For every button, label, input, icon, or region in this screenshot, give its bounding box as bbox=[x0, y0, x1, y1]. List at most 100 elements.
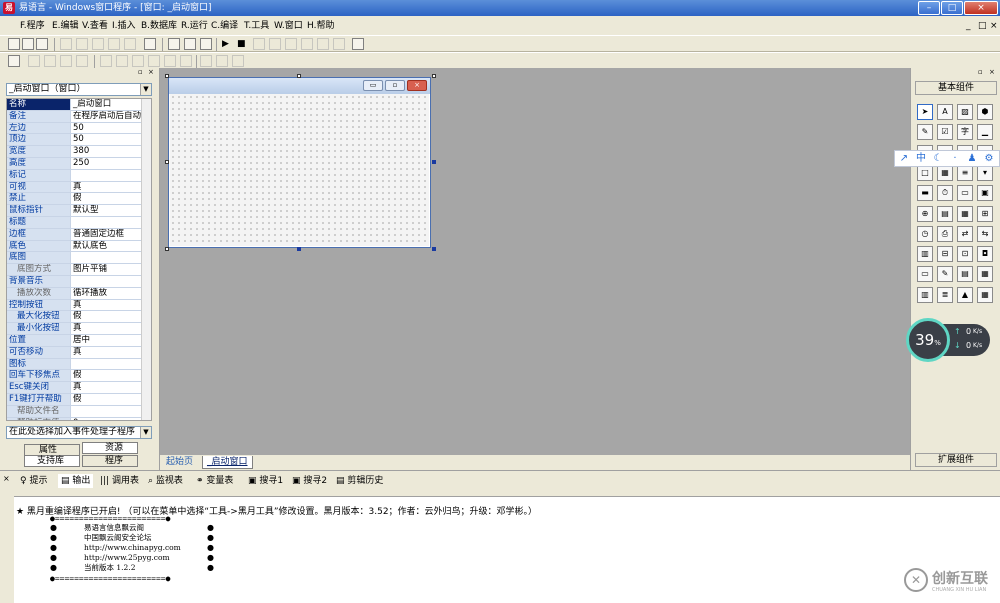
media-icon[interactable]: ◘ bbox=[977, 246, 993, 263]
property-value[interactable]: _启动窗口 bbox=[70, 99, 142, 110]
property-value[interactable]: 真 bbox=[70, 382, 142, 393]
gear-icon[interactable]: ⚙ bbox=[982, 152, 996, 166]
resize-handle[interactable] bbox=[432, 247, 436, 251]
menu-database[interactable]: B.数据库 bbox=[141, 20, 177, 33]
property-row[interactable]: 高度 250 bbox=[7, 158, 142, 170]
menu-compile[interactable]: C.编译 bbox=[211, 20, 238, 33]
align-left-icon[interactable] bbox=[28, 55, 40, 67]
resize-handle[interactable] bbox=[165, 247, 169, 251]
menu-program[interactable]: F.程序 bbox=[20, 20, 45, 33]
property-row[interactable]: 标记 bbox=[7, 169, 142, 182]
property-row[interactable]: 左边 50 bbox=[7, 122, 142, 135]
property-value[interactable]: 假 bbox=[70, 311, 142, 323]
property-value[interactable] bbox=[70, 217, 142, 228]
layout-1-icon[interactable] bbox=[168, 38, 180, 50]
panel-float-icon[interactable]: ▫ bbox=[978, 68, 983, 77]
property-row[interactable]: 宽度 380 bbox=[7, 146, 142, 158]
property-row[interactable]: 禁止假 bbox=[7, 193, 142, 206]
menu-tools[interactable]: T.工具 bbox=[244, 20, 269, 33]
tab-resources[interactable]: 资源 bbox=[82, 442, 138, 454]
layout-3-icon[interactable] bbox=[200, 38, 212, 50]
property-value[interactable]: 默认底色 bbox=[70, 240, 142, 252]
tab-search-1[interactable]: ▣ 搜寻1 bbox=[248, 474, 283, 488]
chevron-down-icon[interactable]: ▼ bbox=[140, 427, 151, 438]
open-folder-icon[interactable] bbox=[22, 38, 34, 50]
undo-icon[interactable] bbox=[108, 38, 120, 50]
property-value[interactable] bbox=[70, 358, 142, 370]
report-icon[interactable]: ▦ bbox=[977, 266, 993, 283]
panel-close-icon[interactable]: × bbox=[148, 68, 154, 77]
property-row[interactable]: 位置 居中 bbox=[7, 335, 142, 347]
mdi-minimize-button[interactable]: _ bbox=[966, 21, 971, 32]
panel-close-icon[interactable]: × bbox=[3, 474, 10, 483]
combo-icon[interactable]: ▾ bbox=[977, 164, 993, 181]
step-into-icon[interactable] bbox=[253, 38, 265, 50]
property-row[interactable]: 名称 _启动窗口 bbox=[7, 99, 142, 111]
panel-close-icon[interactable]: × bbox=[989, 68, 995, 77]
tab-call-table[interactable]: ||| 调用表 bbox=[100, 474, 139, 488]
property-value[interactable]: 默认型 bbox=[70, 205, 142, 216]
lock-icon[interactable] bbox=[232, 55, 244, 67]
edit-icon[interactable]: ✎ bbox=[917, 124, 933, 141]
tab-hints[interactable]: ♀ 提示 bbox=[20, 474, 47, 488]
same-size-icon[interactable] bbox=[132, 55, 144, 67]
space-h-icon[interactable] bbox=[148, 55, 160, 67]
printer-icon[interactable]: ⎙ bbox=[937, 225, 953, 242]
line-icon[interactable]: ▁ bbox=[977, 124, 993, 141]
object-combo[interactable]: _启动窗口（窗口） ▼ bbox=[6, 83, 152, 96]
layout-2-icon[interactable] bbox=[184, 38, 196, 50]
property-value[interactable] bbox=[70, 169, 142, 181]
property-row[interactable]: 底图方式 图片平铺 bbox=[7, 264, 142, 276]
property-value[interactable]: 真 bbox=[70, 346, 142, 358]
space-v-icon[interactable] bbox=[164, 55, 176, 67]
property-value[interactable]: 假 bbox=[70, 193, 142, 205]
graph-icon[interactable]: ▲ bbox=[957, 286, 973, 303]
property-row[interactable]: 最小化按钮真 bbox=[7, 323, 142, 335]
tab-clipboard-history[interactable]: ▤ 剪辑历史 bbox=[336, 474, 383, 488]
property-value[interactable]: 50 bbox=[70, 122, 142, 134]
compile-icon[interactable] bbox=[352, 38, 364, 50]
property-row[interactable]: 标题 bbox=[7, 217, 142, 229]
menu-run[interactable]: R.运行 bbox=[181, 20, 208, 33]
property-value[interactable]: 真 bbox=[70, 323, 142, 334]
text-icon[interactable]: 字 bbox=[957, 124, 973, 141]
resize-handle[interactable] bbox=[297, 74, 301, 78]
menu-help[interactable]: H.帮助 bbox=[307, 20, 334, 33]
query-icon[interactable]: ⊟ bbox=[937, 246, 953, 263]
property-row[interactable]: 图标 bbox=[7, 358, 142, 371]
resize-handle[interactable] bbox=[432, 74, 436, 78]
menu-insert[interactable]: I.插入 bbox=[112, 20, 136, 33]
stack-icon[interactable]: ≣ bbox=[937, 286, 953, 303]
stop-icon[interactable]: ■ bbox=[237, 38, 249, 50]
copy-icon[interactable] bbox=[76, 38, 88, 50]
listbox-icon[interactable]: ≡ bbox=[957, 164, 973, 181]
property-row[interactable]: 背景音乐 bbox=[7, 276, 142, 288]
timer-icon[interactable]: ⏱ bbox=[937, 185, 953, 202]
chevron-down-icon[interactable]: ▼ bbox=[140, 84, 151, 95]
shape-icon[interactable]: ⬢ bbox=[977, 104, 993, 120]
property-row[interactable]: 底色 默认底色 bbox=[7, 240, 142, 253]
globe-icon[interactable]: ⊕ bbox=[917, 205, 933, 222]
step-out-icon[interactable] bbox=[285, 38, 297, 50]
event-combo[interactable]: 在此处选择加入事件处理子程序 ▼ bbox=[6, 426, 152, 439]
resize-handle[interactable] bbox=[165, 74, 169, 78]
menu-window[interactable]: W.窗口 bbox=[274, 20, 303, 33]
property-value[interactable]: 居中 bbox=[70, 335, 142, 346]
menu-view[interactable]: V.查看 bbox=[82, 20, 108, 33]
user-icon[interactable]: ♟ bbox=[965, 152, 979, 166]
tab-program[interactable]: 程序 bbox=[82, 455, 138, 467]
property-value[interactable] bbox=[70, 276, 142, 287]
progress-icon[interactable]: ▬ bbox=[917, 185, 933, 202]
tab-watch-table[interactable]: ⌕ 监视表 bbox=[148, 474, 183, 488]
menu-edit[interactable]: E.编辑 bbox=[52, 20, 79, 33]
center-h-icon[interactable] bbox=[180, 55, 192, 67]
bring-front-icon[interactable] bbox=[200, 55, 212, 67]
tab-start-page[interactable]: 起始页 bbox=[166, 456, 193, 469]
minimize-button[interactable]: – bbox=[918, 1, 940, 15]
property-row[interactable]: 可视真 bbox=[7, 181, 142, 194]
property-value[interactable]: 在程序启动后自动 bbox=[70, 110, 142, 122]
form-designer-window[interactable]: ▭ ▫ × bbox=[168, 77, 431, 248]
form-grid[interactable] bbox=[170, 94, 429, 246]
resize-handle[interactable] bbox=[165, 160, 169, 164]
tab-output[interactable]: ▤ 输出 bbox=[58, 474, 94, 488]
